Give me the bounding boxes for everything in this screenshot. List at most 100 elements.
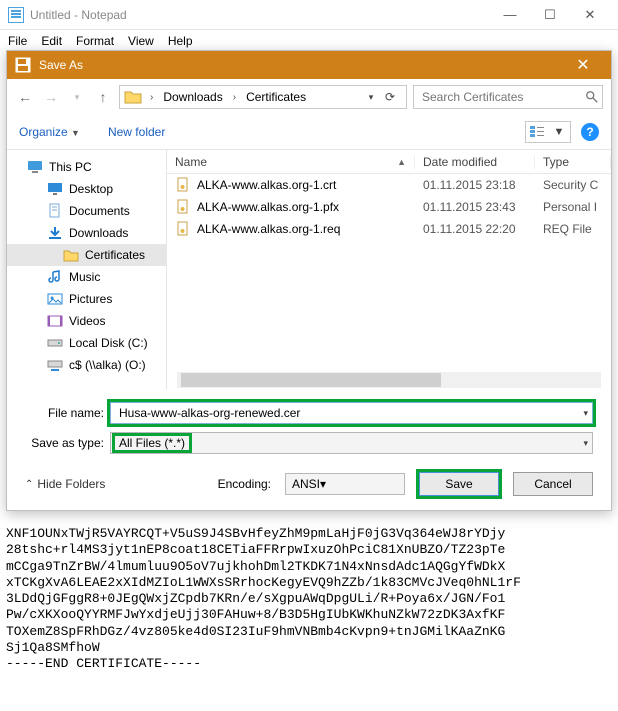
tree-label: Videos: [69, 314, 105, 328]
nav-forward-button[interactable]: →: [41, 87, 61, 107]
tree-label: Music: [69, 270, 100, 284]
encoding-label: Encoding:: [218, 477, 271, 491]
tree-downloads[interactable]: Downloads: [7, 222, 166, 244]
chevron-right-icon[interactable]: ›: [146, 92, 157, 103]
search-box[interactable]: [413, 85, 603, 109]
dialog-titlebar[interactable]: Save As ✕: [7, 51, 611, 79]
help-button[interactable]: ?: [581, 123, 599, 141]
file-row[interactable]: ALKA-www.alkas.org-1.req 01.11.2015 22:20…: [167, 218, 611, 240]
column-header-type[interactable]: Type: [535, 155, 611, 169]
certificate-file-icon: [175, 199, 191, 215]
saveas-type-field[interactable]: All Files (*.*) ▾: [110, 432, 593, 454]
file-date: 01.11.2015 23:43: [415, 200, 535, 214]
address-bar[interactable]: › Downloads › Certificates ▾ ⟳: [119, 85, 407, 109]
column-header-date[interactable]: Date modified: [415, 155, 535, 169]
drive-icon: [47, 335, 63, 351]
file-name: ALKA-www.alkas.org-1.pfx: [197, 200, 339, 214]
breadcrumb-seg-1[interactable]: Certificates: [240, 90, 312, 104]
music-icon: [47, 269, 63, 285]
filename-input[interactable]: [117, 405, 586, 421]
file-date: 01.11.2015 22:20: [415, 222, 535, 236]
sort-indicator-icon: ▲: [397, 157, 406, 167]
tree-netshare[interactable]: c$ (\\alka) (O:): [7, 354, 166, 376]
tree-desktop[interactable]: Desktop: [7, 178, 166, 200]
certificate-file-icon: [175, 177, 191, 193]
menu-format[interactable]: Format: [76, 34, 114, 48]
desktop-icon: [47, 181, 63, 197]
dialog-title: Save As: [39, 58, 83, 72]
hide-folders-button[interactable]: ⌃ Hide Folders: [25, 477, 105, 491]
search-icon[interactable]: [585, 90, 599, 104]
horizontal-scrollbar[interactable]: [177, 372, 601, 388]
tree-certificates[interactable]: Certificates: [7, 244, 166, 266]
save-icon: [15, 57, 31, 73]
save-as-dialog: Save As ✕ ← → ▾ ↑ › Downloads › Certific…: [6, 50, 612, 511]
tree-music[interactable]: Music: [7, 266, 166, 288]
tree-pictures[interactable]: Pictures: [7, 288, 166, 310]
tree-label: Desktop: [69, 182, 113, 196]
menu-edit[interactable]: Edit: [41, 34, 62, 48]
save-button[interactable]: Save: [419, 472, 499, 496]
nav-recent-dropdown[interactable]: ▾: [67, 87, 87, 107]
file-row[interactable]: ALKA-www.alkas.org-1.pfx 01.11.2015 23:43…: [167, 196, 611, 218]
tree-label: c$ (\\alka) (O:): [69, 358, 146, 372]
refresh-icon[interactable]: ⟳: [378, 90, 402, 104]
menu-view[interactable]: View: [128, 34, 154, 48]
notepad-document[interactable]: XNF1OUNxTWjR5VAYRCQT+V5uS9J4SBvHfeyZhM9p…: [0, 522, 618, 676]
tree-videos[interactable]: Videos: [7, 310, 166, 332]
tree-label: Pictures: [69, 292, 112, 306]
tree-this-pc[interactable]: This PC: [7, 156, 166, 178]
nav-up-button[interactable]: ↑: [93, 87, 113, 107]
tree-documents[interactable]: Documents: [7, 200, 166, 222]
chevron-down-icon[interactable]: ▾: [583, 438, 588, 449]
chevron-right-icon[interactable]: ›: [229, 92, 240, 103]
file-row[interactable]: ALKA-www.alkas.org-1.crt 01.11.2015 23:18…: [167, 174, 611, 196]
nav-tree: This PC Desktop Documents Downloads Cert…: [7, 150, 167, 390]
organize-button[interactable]: Organize ▼: [19, 125, 80, 139]
folder-icon: [124, 89, 142, 105]
download-icon: [47, 225, 63, 241]
breadcrumb-seg-0[interactable]: Downloads: [157, 90, 228, 104]
maximize-button[interactable]: ☐: [530, 7, 570, 23]
file-name: ALKA-www.alkas.org-1.req: [197, 222, 340, 236]
menu-file[interactable]: File: [8, 34, 27, 48]
notepad-titlebar: Untitled - Notepad — ☐ ✕: [0, 0, 618, 30]
network-drive-icon: [47, 357, 63, 373]
chevron-down-icon[interactable]: ▾: [583, 408, 588, 419]
chevron-down-icon[interactable]: ▾: [320, 477, 326, 491]
file-date: 01.11.2015 23:18: [415, 178, 535, 192]
videos-icon: [47, 313, 63, 329]
view-details-icon[interactable]: [526, 126, 548, 138]
column-header-name[interactable]: Name▲: [167, 155, 415, 169]
saveas-type-value: All Files (*.*): [115, 436, 189, 450]
cancel-button[interactable]: Cancel: [513, 472, 593, 496]
view-toggle[interactable]: ▼: [525, 121, 571, 143]
notepad-icon: [8, 7, 24, 23]
address-dropdown[interactable]: ▾: [364, 92, 378, 103]
certificate-file-icon: [175, 221, 191, 237]
minimize-button[interactable]: —: [490, 7, 530, 22]
dialog-close-button[interactable]: ✕: [563, 55, 603, 75]
view-dropdown[interactable]: ▼: [548, 126, 570, 138]
close-button[interactable]: ✕: [570, 7, 610, 23]
new-folder-button[interactable]: New folder: [108, 125, 165, 139]
pictures-icon: [47, 291, 63, 307]
chevron-up-icon: ⌃: [25, 479, 33, 490]
menu-help[interactable]: Help: [168, 34, 193, 48]
tree-localdisk[interactable]: Local Disk (C:): [7, 332, 166, 354]
monitor-icon: [27, 159, 43, 175]
encoding-field[interactable]: ANSI ▾: [285, 473, 405, 495]
file-type: Security C: [535, 178, 611, 192]
filename-field[interactable]: ▾: [110, 402, 593, 424]
nav-back-button[interactable]: ←: [15, 87, 35, 107]
saveas-type-label: Save as type:: [25, 436, 110, 450]
search-input[interactable]: [420, 89, 579, 105]
filename-label: File name:: [25, 406, 110, 420]
tree-label: Downloads: [69, 226, 128, 240]
encoding-value: ANSI: [292, 477, 320, 491]
notepad-title: Untitled - Notepad: [30, 8, 490, 22]
file-type: Personal I: [535, 200, 611, 214]
file-list: Name▲ Date modified Type ALKA-www.alkas.…: [167, 150, 611, 390]
tree-label: Certificates: [85, 248, 145, 262]
file-name: ALKA-www.alkas.org-1.crt: [197, 178, 336, 192]
